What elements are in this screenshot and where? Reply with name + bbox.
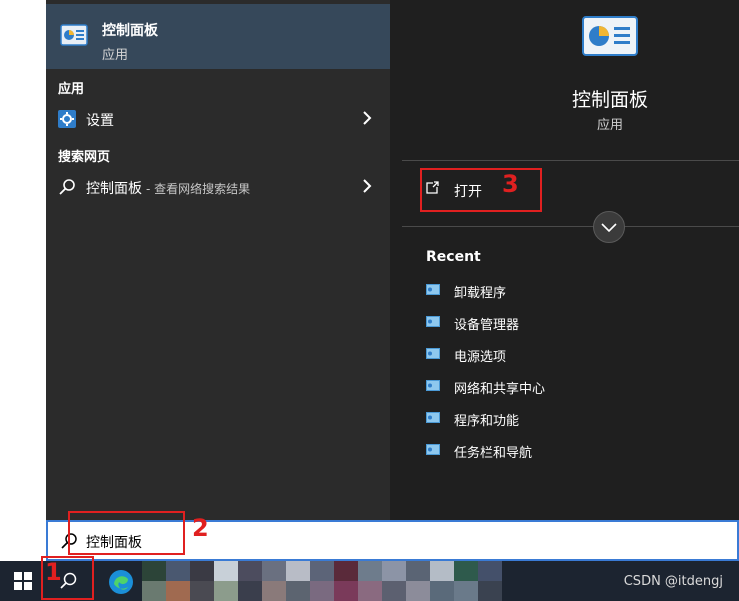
divider <box>402 160 739 161</box>
best-match-type: 应用 <box>102 48 129 63</box>
web-result-query: 控制面板 <box>86 181 142 197</box>
recent-item[interactable]: 设备管理器 <box>426 312 686 338</box>
recent-item-label: 电源选项 <box>454 350 507 365</box>
control-panel-icon <box>426 348 440 359</box>
recent-item-label: 网络和共享中心 <box>454 382 546 397</box>
chevron-right-icon[interactable] <box>360 177 374 195</box>
control-panel-icon <box>426 316 440 327</box>
recent-title: Recent <box>426 249 481 265</box>
watermark: CSDN @itdengj <box>623 574 723 589</box>
edge-icon[interactable] <box>108 569 134 595</box>
app-result-settings[interactable]: 设置 <box>46 103 390 135</box>
control-panel-icon <box>426 412 440 423</box>
web-result-label: 控制面板 - 查看网络搜索结果 <box>86 178 250 198</box>
apps-section-label: 应用 <box>58 82 85 97</box>
recent-item[interactable]: 卸载程序 <box>426 280 686 306</box>
recent-item-label: 任务栏和导航 <box>454 446 533 461</box>
annotation-number-2: 2 <box>192 514 209 542</box>
annotation-box-3 <box>420 168 542 212</box>
web-result-sublabel: - 查看网络搜索结果 <box>146 182 251 196</box>
annotation-box-2 <box>68 511 185 555</box>
app-result-label: 设置 <box>86 113 114 129</box>
recent-item-label: 设备管理器 <box>454 318 520 333</box>
control-panel-icon <box>426 284 440 295</box>
search-icon <box>59 179 75 195</box>
chevron-right-icon[interactable] <box>360 109 374 127</box>
expand-button[interactable] <box>593 211 625 243</box>
control-panel-icon <box>60 24 88 46</box>
web-section-label: 搜索网页 <box>58 150 111 165</box>
best-match-name: 控制面板 <box>102 23 158 39</box>
annotation-number-1: 1 <box>45 558 62 586</box>
control-panel-icon <box>582 16 638 56</box>
search-results-panel: 控制面板 应用 应用 设置 搜索网页 控制面板 - 查看网络搜索结果 <box>46 0 390 520</box>
recent-item[interactable]: 网络和共享中心 <box>426 376 686 402</box>
details-type: 应用 <box>596 118 623 133</box>
divider <box>402 226 739 227</box>
details-title: 控制面板 <box>571 89 648 111</box>
recent-item[interactable]: 程序和功能 <box>426 408 686 434</box>
details-panel: 控制面板 应用 打开 Recent 卸载程序 设备管理器 电源选项 网络和共享中… <box>390 0 739 520</box>
gear-icon <box>58 110 76 128</box>
chevron-down-icon <box>601 223 617 233</box>
recent-item[interactable]: 任务栏和导航 <box>426 440 686 466</box>
recent-item[interactable]: 电源选项 <box>426 344 686 370</box>
annotation-number-3: 3 <box>502 170 519 198</box>
recent-item-label: 程序和功能 <box>454 414 520 429</box>
control-panel-icon <box>426 380 440 391</box>
taskbar: CSDN @itdengj <box>0 561 739 601</box>
control-panel-icon <box>426 444 440 455</box>
web-search-result[interactable]: 控制面板 - 查看网络搜索结果 <box>46 171 390 203</box>
recent-item-label: 卸载程序 <box>454 286 507 301</box>
best-match-result[interactable]: 控制面板 应用 <box>46 4 390 69</box>
windows-start-icon[interactable] <box>14 572 32 590</box>
